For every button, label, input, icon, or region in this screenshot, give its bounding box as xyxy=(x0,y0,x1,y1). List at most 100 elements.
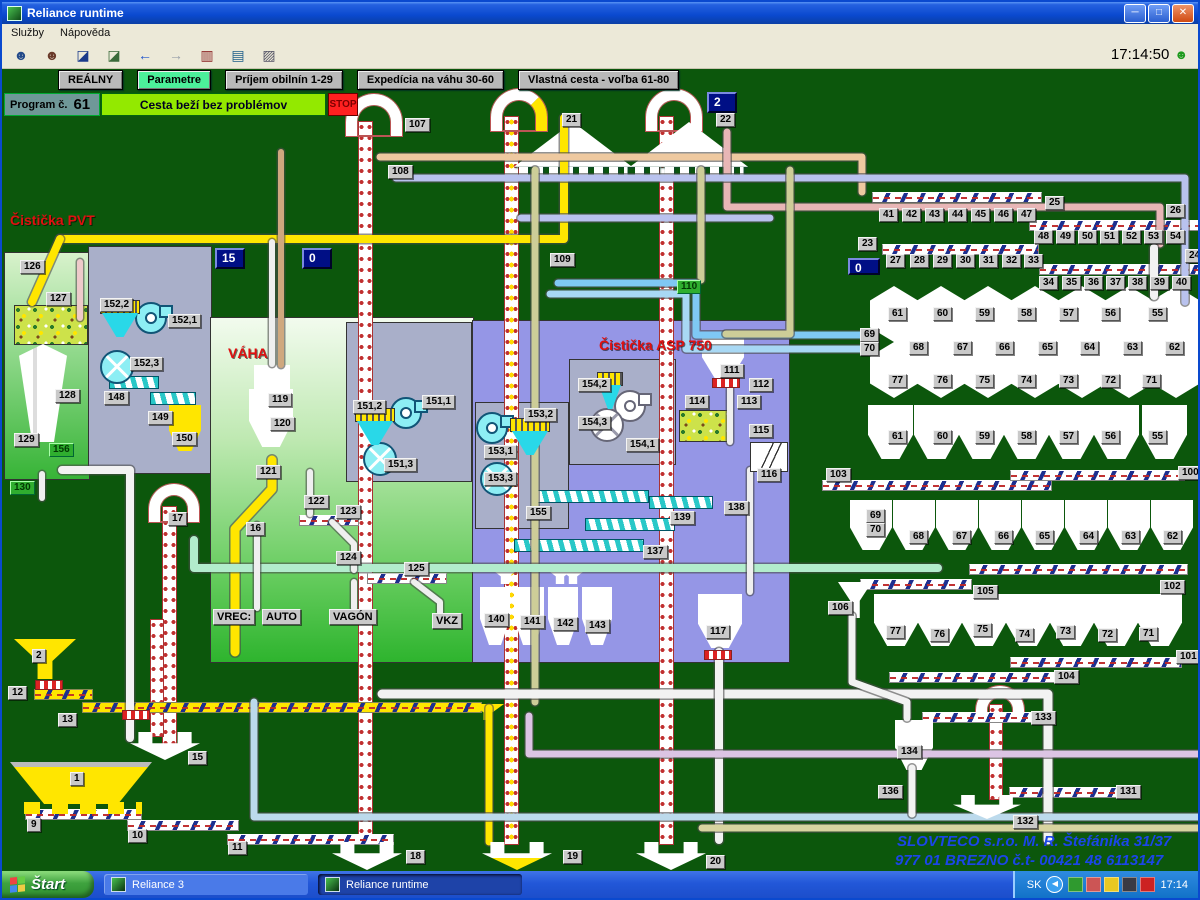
taskbar-task-reliance-3[interactable]: Reliance 3 xyxy=(104,874,308,895)
tag-109[interactable]: 109 xyxy=(550,253,575,267)
tag-12[interactable]: 12 xyxy=(8,686,27,700)
tag-59[interactable]: 59 xyxy=(975,307,994,321)
tag-134[interactable]: 134 xyxy=(897,745,922,759)
tag-31[interactable]: 31 xyxy=(979,254,998,268)
tag-24[interactable]: 24 xyxy=(1185,249,1200,263)
tag-42[interactable]: 42 xyxy=(902,208,921,222)
tag-74[interactable]: 74 xyxy=(1017,374,1036,388)
close-window-icon[interactable]: ◪ xyxy=(102,44,126,66)
tag-62[interactable]: 62 xyxy=(1165,341,1184,355)
gtag-130[interactable]: 130 xyxy=(10,481,35,495)
tag-151,2[interactable]: 151,2 xyxy=(353,400,386,414)
tag-65[interactable]: 65 xyxy=(1038,341,1057,355)
tag-139[interactable]: 139 xyxy=(670,511,695,525)
tag-13[interactable]: 13 xyxy=(58,713,77,727)
tag-64[interactable]: 64 xyxy=(1079,530,1098,544)
tag-58[interactable]: 58 xyxy=(1017,307,1036,321)
route-button-vlastn-cesta-vo-ba-61-80[interactable]: Vlastná cesta - voľba 61-80 xyxy=(518,70,679,90)
window-close-button[interactable]: ✕ xyxy=(1172,4,1194,23)
tag-18[interactable]: 18 xyxy=(406,850,425,864)
tag-71[interactable]: 71 xyxy=(1139,627,1158,641)
tag-106[interactable]: 106 xyxy=(828,601,853,615)
tag-151,1[interactable]: 151,1 xyxy=(422,395,455,409)
tag-37[interactable]: 37 xyxy=(1106,276,1125,290)
tag-29[interactable]: 29 xyxy=(933,254,952,268)
forward-icon[interactable]: → xyxy=(164,44,188,66)
tag-19[interactable]: 19 xyxy=(563,850,582,864)
tag-23[interactable]: 23 xyxy=(858,237,877,251)
tag-123[interactable]: 123 xyxy=(336,505,361,519)
tag-60[interactable]: 60 xyxy=(933,307,952,321)
tag-140[interactable]: 140 xyxy=(484,613,509,627)
tag-66[interactable]: 66 xyxy=(995,341,1014,355)
tag-32[interactable]: 32 xyxy=(1002,254,1021,268)
tag-69[interactable]: 69 xyxy=(860,328,879,342)
tag-68[interactable]: 68 xyxy=(909,530,928,544)
tag-38[interactable]: 38 xyxy=(1128,276,1147,290)
language-indicator[interactable]: SK xyxy=(1027,879,1042,891)
tag-143[interactable]: 143 xyxy=(585,619,610,633)
tag-67[interactable]: 67 xyxy=(952,530,971,544)
tag-60[interactable]: 60 xyxy=(933,430,952,444)
tag-154,1[interactable]: 154,1 xyxy=(626,438,659,452)
tray-icon-4[interactable] xyxy=(1122,877,1137,892)
tag-152,3[interactable]: 152,3 xyxy=(130,357,163,371)
tag-112[interactable]: 112 xyxy=(749,378,773,392)
tag-65[interactable]: 65 xyxy=(1035,530,1054,544)
tag-55[interactable]: 55 xyxy=(1148,307,1167,321)
tag-22[interactable]: 22 xyxy=(716,113,735,127)
vbox-0[interactable]: 0 xyxy=(848,258,880,275)
tag-51[interactable]: 51 xyxy=(1100,230,1119,244)
tag-111[interactable]: 111 xyxy=(720,364,744,378)
tag-69[interactable]: 69 xyxy=(866,509,885,523)
tag-59[interactable]: 59 xyxy=(975,430,994,444)
tag-15[interactable]: 15 xyxy=(188,751,207,765)
tag-105[interactable]: 105 xyxy=(973,585,998,599)
tag-36[interactable]: 36 xyxy=(1084,276,1103,290)
tag-48[interactable]: 48 xyxy=(1034,230,1053,244)
tag-AUTO[interactable]: AUTO xyxy=(262,609,301,625)
tag-126[interactable]: 126 xyxy=(20,260,45,274)
tag-104[interactable]: 104 xyxy=(1054,670,1079,684)
tag-52[interactable]: 52 xyxy=(1122,230,1141,244)
tag-43[interactable]: 43 xyxy=(925,208,944,222)
tag-30[interactable]: 30 xyxy=(956,254,975,268)
vbox-0[interactable]: 0 xyxy=(302,248,332,269)
tag-61[interactable]: 61 xyxy=(888,430,907,444)
trends-icon[interactable]: ▥ xyxy=(195,44,219,66)
tag-72[interactable]: 72 xyxy=(1101,374,1120,388)
tag-45[interactable]: 45 xyxy=(971,208,990,222)
tag-102[interactable]: 102 xyxy=(1160,580,1185,594)
tag-154,3[interactable]: 154,3 xyxy=(578,416,611,430)
tag-VKZ[interactable]: VKZ xyxy=(432,613,462,629)
tag-70[interactable]: 70 xyxy=(860,342,879,356)
tag-56[interactable]: 56 xyxy=(1101,430,1120,444)
tag-108[interactable]: 108 xyxy=(388,165,413,179)
tag-133[interactable]: 133 xyxy=(1031,711,1056,725)
tag-26[interactable]: 26 xyxy=(1166,204,1185,218)
reports-icon[interactable]: ▨ xyxy=(257,44,281,66)
tag-9[interactable]: 9 xyxy=(27,818,41,832)
tag-152,2[interactable]: 152,2 xyxy=(100,298,133,312)
tag-34[interactable]: 34 xyxy=(1039,276,1058,290)
tag-11[interactable]: 11 xyxy=(228,841,247,855)
tag-63[interactable]: 63 xyxy=(1123,341,1142,355)
tray-icon-2[interactable] xyxy=(1086,877,1101,892)
stop-runtime-icon[interactable]: ◪ xyxy=(71,44,95,66)
tag-39[interactable]: 39 xyxy=(1150,276,1169,290)
antivirus-tray-icon[interactable] xyxy=(1140,877,1155,892)
tag-16[interactable]: 16 xyxy=(246,522,265,536)
tag-10[interactable]: 10 xyxy=(128,829,147,843)
tag-131[interactable]: 131 xyxy=(1116,785,1141,799)
alarms-icon[interactable]: ▤ xyxy=(226,44,250,66)
login-user-icon[interactable]: ☻ xyxy=(9,44,33,66)
tray-icon-3[interactable] xyxy=(1104,877,1119,892)
tag-21[interactable]: 21 xyxy=(562,113,581,127)
tag-62[interactable]: 62 xyxy=(1163,530,1182,544)
tag-153,1[interactable]: 153,1 xyxy=(484,445,517,459)
tag-150[interactable]: 150 xyxy=(172,432,197,446)
tag-33[interactable]: 33 xyxy=(1024,254,1043,268)
menu-služby[interactable]: Služby xyxy=(11,27,44,39)
tag-138[interactable]: 138 xyxy=(724,501,749,515)
vbox-2[interactable]: 2 xyxy=(707,92,737,113)
